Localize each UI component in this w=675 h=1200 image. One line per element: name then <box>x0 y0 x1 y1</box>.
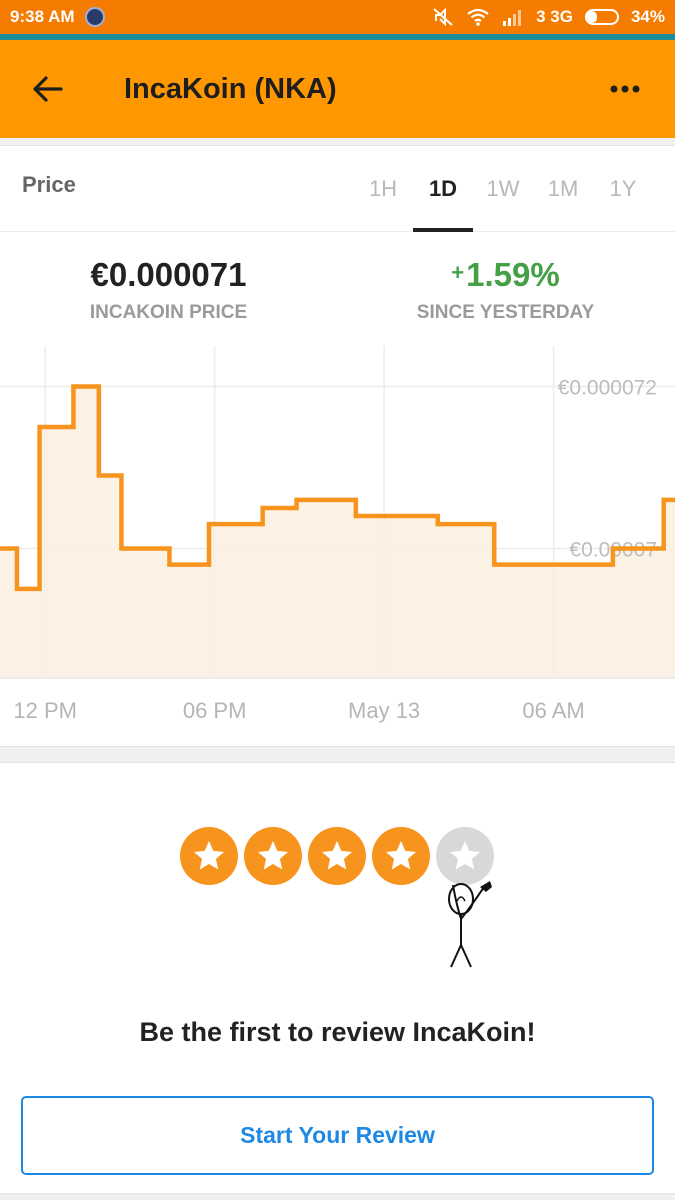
tab-1h[interactable]: 1H <box>353 176 413 202</box>
review-prompt: Be the first to review IncaKoin! <box>139 1017 536 1047</box>
tab-1d[interactable]: 1D <box>413 176 473 202</box>
tab-1w[interactable]: 1W <box>473 176 533 202</box>
price-stat: €0.000071 INCAKOIN PRICE <box>0 256 337 324</box>
status-time: 9:38 AM <box>10 7 75 26</box>
star-filled-icon <box>180 827 238 885</box>
network-label: 3 3G <box>536 7 573 26</box>
change-value-row: +1.59% <box>337 256 674 294</box>
chart-x-tick-label: 06 AM <box>522 698 584 723</box>
price-header: Price 1H 1D 1W 1M 1Y <box>0 146 675 232</box>
tab-1m[interactable]: 1M <box>533 176 593 202</box>
review-card: Be the first to review IncaKoin! Start Y… <box>0 762 675 1194</box>
star-filled-icon <box>372 827 430 885</box>
signal-icon <box>503 10 522 26</box>
active-tab-indicator <box>413 228 473 232</box>
mute-icon <box>433 7 453 27</box>
change-stat: +1.59% SINCE YESTERDAY <box>337 256 674 324</box>
more-horizontal-icon <box>610 85 640 93</box>
star-filled-icon <box>244 827 302 885</box>
status-bar: 9:38 AM 3 3G 34% <box>0 0 675 34</box>
price-card: Price 1H 1D 1W 1M 1Y €0.000071 INCAKOIN … <box>0 145 675 747</box>
price-value: €0.000071 <box>90 256 247 293</box>
more-options-button[interactable] <box>575 40 675 138</box>
tab-1y[interactable]: 1Y <box>593 176 653 202</box>
wifi-icon <box>467 8 489 26</box>
battery-percent: 34% <box>630 7 665 26</box>
chart-x-tick-label: May 13 <box>348 698 420 723</box>
price-chart[interactable]: €0.000072€0.0000712 PM 06 PM May 13 06 AM <box>0 346 675 746</box>
change-sign: + <box>451 260 465 285</box>
chart-y-tick-label: €0.000072 <box>558 376 657 399</box>
app-bar: IncaKoin (NKA) <box>0 40 675 138</box>
arrow-left-icon <box>33 76 63 102</box>
stick-figure-illustration <box>448 881 492 968</box>
page-title: IncaKoin (NKA) <box>124 72 337 105</box>
price-caption: INCAKOIN PRICE <box>89 302 248 323</box>
price-label: Price <box>22 172 76 197</box>
start-review-button[interactable]: Start Your Review <box>21 1096 654 1175</box>
app-notification-icon <box>84 7 105 27</box>
chart-x-tick-label: 06 PM <box>183 698 247 723</box>
star-filled-icon <box>308 827 366 885</box>
battery-icon <box>584 9 619 25</box>
change-caption: SINCE YESTERDAY <box>416 302 595 323</box>
chart-x-tick-label: 12 PM <box>13 698 77 723</box>
change-value: 1.59% <box>466 256 560 293</box>
back-button[interactable] <box>0 40 96 138</box>
